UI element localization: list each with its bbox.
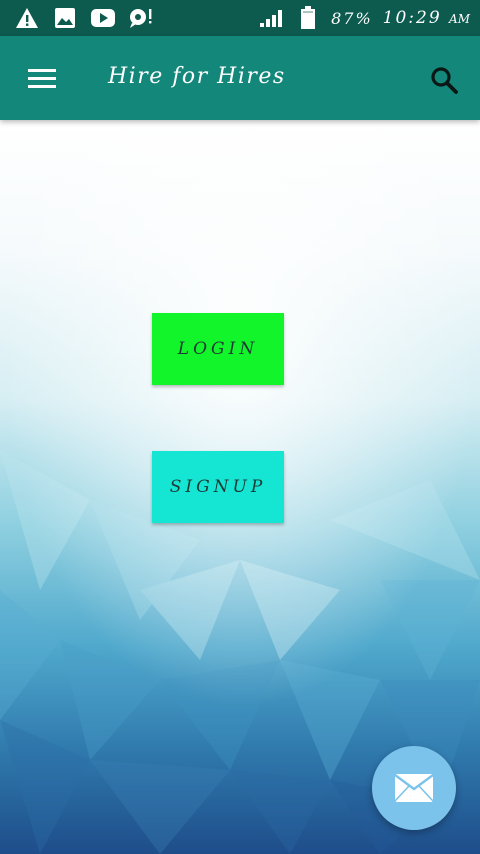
app-title: Hire for Hires: [108, 64, 286, 89]
status-bar: 87% 10:29 AM: [0, 0, 480, 36]
clock-ampm: AM: [449, 12, 470, 26]
clock-time: 10:29: [382, 8, 442, 28]
warning-icon: [14, 7, 40, 29]
search-button[interactable]: [424, 60, 464, 100]
hamburger-menu-icon: [28, 69, 56, 88]
signal-icon: [259, 7, 285, 29]
battery-icon: [295, 6, 321, 29]
signup-button[interactable]: SIGNUP: [152, 451, 284, 523]
youtube-icon: [90, 7, 116, 29]
image-icon: [52, 7, 78, 29]
notification-icons: [14, 7, 154, 29]
login-button[interactable]: LOGIN: [152, 313, 284, 385]
mail-icon: [394, 774, 434, 802]
battery-percent: 87%: [331, 8, 373, 28]
app-toolbar: Hire for Hires: [0, 36, 480, 120]
chat-alert-icon: [128, 7, 154, 29]
search-icon: [431, 67, 458, 94]
mail-fab-button[interactable]: [372, 746, 456, 830]
menu-button[interactable]: [24, 64, 60, 92]
system-status: 87% 10:29 AM: [259, 6, 470, 29]
main-content: LOGIN SIGNUP: [0, 120, 480, 854]
clock: 10:29 AM: [383, 8, 470, 28]
